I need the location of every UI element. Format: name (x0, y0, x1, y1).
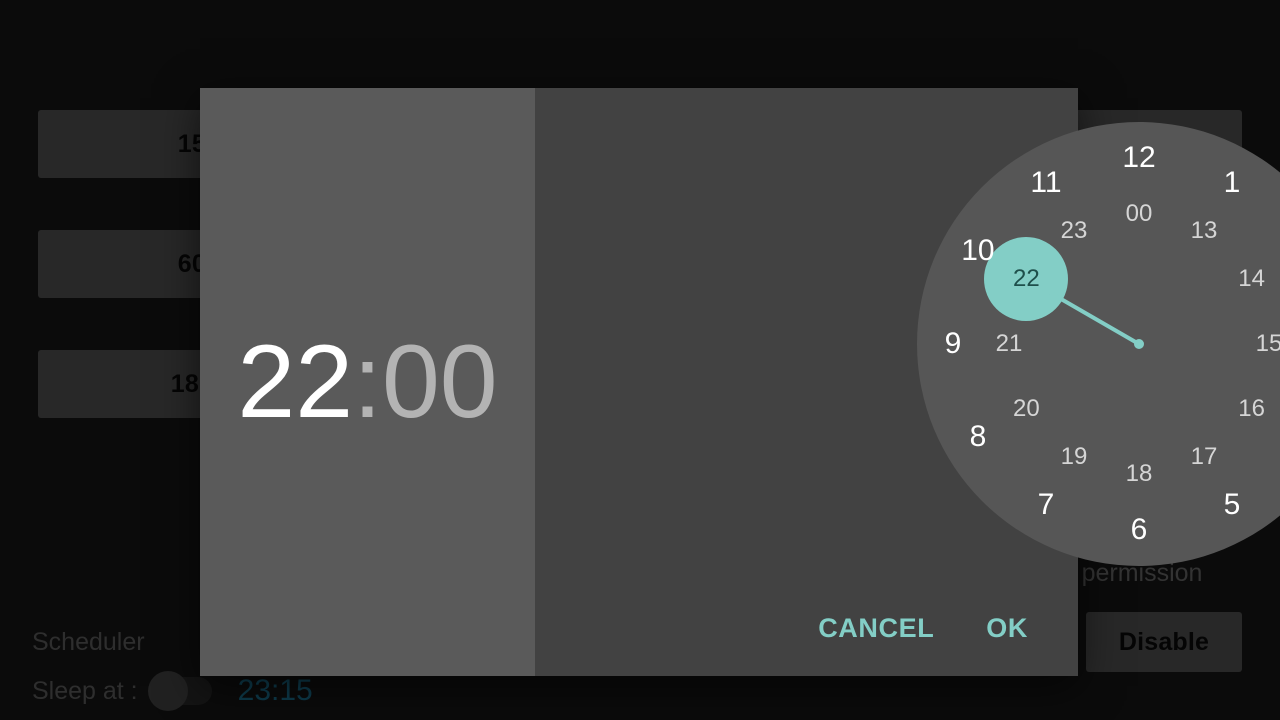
time-display: 22:00 (200, 330, 535, 434)
minutes-field[interactable]: 00 (382, 324, 498, 440)
sleep-at-toggle[interactable] (147, 671, 212, 711)
hours-field[interactable]: 22 (237, 324, 353, 440)
scheduler-section-label: Scheduler (32, 628, 145, 656)
clock-hour-inner-17[interactable]: 17 (1191, 443, 1218, 471)
clock-hour-inner-16[interactable]: 16 (1238, 395, 1265, 423)
sleep-at-label: Sleep at : (32, 676, 138, 705)
clock-hour-inner-00[interactable]: 00 (1126, 200, 1153, 228)
ok-button[interactable]: OK (960, 603, 1054, 654)
clock-hour-outer-6[interactable]: 6 (1131, 513, 1148, 547)
clock-hour-outer-5[interactable]: 5 (1224, 488, 1241, 522)
clock-hour-outer-8[interactable]: 8 (970, 420, 987, 454)
time-display-panel: 22:00 (200, 88, 535, 676)
clock-hour-outer-1[interactable]: 1 (1224, 166, 1241, 200)
cancel-button[interactable]: CANCEL (792, 603, 960, 654)
clock-hour-inner-21[interactable]: 21 (996, 330, 1023, 358)
clock-hour-inner-13[interactable]: 13 (1191, 217, 1218, 245)
sleep-at-time-value[interactable]: 23:15 (238, 674, 313, 708)
sleep-at-toggle-knob (147, 671, 188, 711)
clock-hour-outer-11[interactable]: 11 (1030, 166, 1061, 200)
clock-hour-outer-10[interactable]: 10 (961, 234, 994, 268)
clock-hour-inner-23[interactable]: 23 (1061, 217, 1088, 245)
time-separator: : (353, 324, 382, 440)
clock-hour-outer-7[interactable]: 7 (1038, 488, 1055, 522)
disable-button-label: Disable (1118, 627, 1210, 656)
dialog-action-bar: CANCEL OK (792, 580, 1078, 676)
disable-button[interactable]: Disable (1086, 612, 1242, 672)
clock-hour-inner-14[interactable]: 14 (1238, 265, 1265, 293)
clock-hour-inner-19[interactable]: 19 (1061, 443, 1088, 471)
time-picker-dialog: 22:00 1212345678910110013141516171819202… (200, 88, 1280, 676)
clock-hour-outer-9[interactable]: 9 (945, 327, 962, 361)
clock-hour-inner-18[interactable]: 18 (1126, 460, 1153, 488)
clock-face[interactable]: 121234567891011001314151617181920212223 (917, 122, 1280, 566)
clock-hour-inner-20[interactable]: 20 (1013, 395, 1040, 423)
sleep-at-row: Sleep at : 23:15 (32, 671, 313, 711)
clock-hour-inner-22[interactable]: 22 (1013, 265, 1040, 293)
clock-panel: 121234567891011001314151617181920212223 … (535, 88, 1280, 676)
clock-center-dot (1134, 339, 1144, 349)
clock-hour-inner-15[interactable]: 15 (1256, 330, 1280, 358)
clock-hour-outer-12[interactable]: 12 (1122, 141, 1155, 175)
